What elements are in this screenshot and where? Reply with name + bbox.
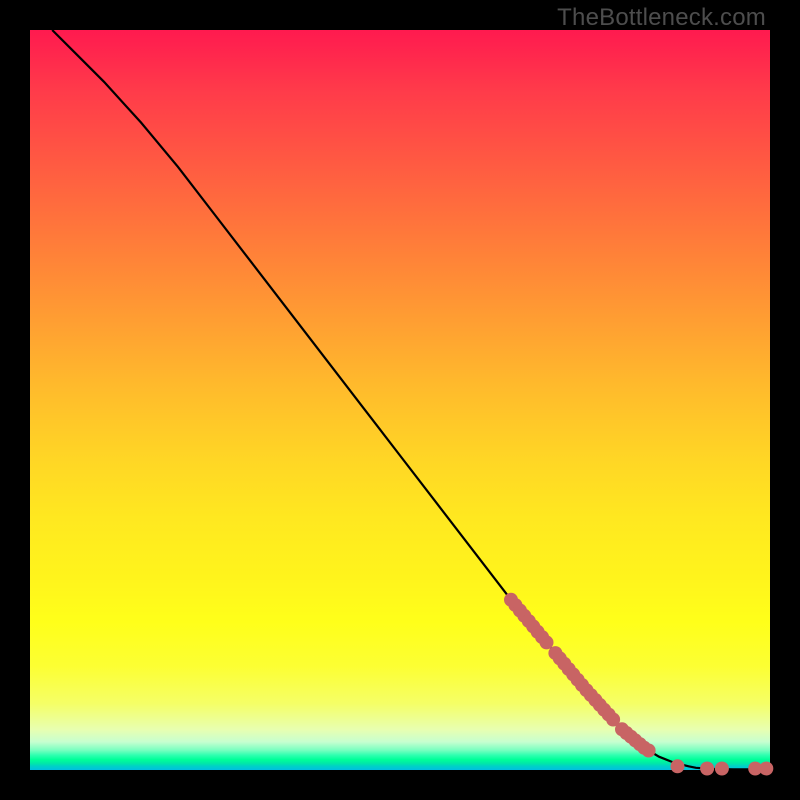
curve-marker [540,635,554,649]
watermark-text: TheBottleneck.com [557,4,766,32]
marker-layer [504,593,773,776]
curve-marker [700,762,714,776]
chart-frame: TheBottleneck.com [0,0,800,800]
curve-marker [759,762,773,776]
chart-overlay [30,30,770,770]
curve-marker [671,759,685,773]
curve-marker [715,762,729,776]
curve-marker [642,744,656,758]
curve-line [52,30,770,769]
